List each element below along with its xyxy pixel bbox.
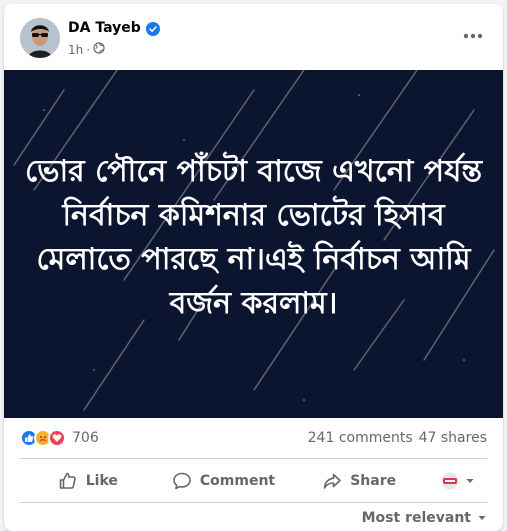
engagement-counts: 241 comments 47 shares xyxy=(308,430,487,446)
chevron-down-icon xyxy=(466,479,474,483)
share-button[interactable]: Share xyxy=(291,464,427,498)
post-actions: Like Comment Share xyxy=(20,464,487,498)
post-header: DA Tayeb 1h · xyxy=(4,4,503,70)
react-as-selector[interactable] xyxy=(427,472,487,490)
like-button[interactable]: Like xyxy=(20,464,156,498)
post-stats: 706 241 comments 47 shares xyxy=(20,424,487,452)
more-dots-icon xyxy=(463,33,483,39)
more-options-button[interactable] xyxy=(457,24,489,48)
share-label: Share xyxy=(350,473,397,489)
reactions-summary[interactable]: 706 xyxy=(20,429,99,447)
like-icon xyxy=(59,472,76,489)
chevron-down-icon xyxy=(478,516,486,520)
comments-sort-selector[interactable]: Most relevant xyxy=(362,510,487,526)
comment-button[interactable]: Comment xyxy=(156,464,292,498)
verified-badge-icon xyxy=(145,21,160,36)
post-image[interactable]: ভোর পৌনে পাঁচটা বাজে এখনো পর্যন্ত নির্বা… xyxy=(4,70,503,418)
author-name[interactable]: DA Tayeb xyxy=(68,20,141,36)
post-card: DA Tayeb 1h · ভোর পৌনে পাঁচটা বাজে এখনো … xyxy=(4,4,503,531)
reaction-count[interactable]: 706 xyxy=(72,430,99,446)
comment-icon xyxy=(173,472,191,490)
comments-sort-label: Most relevant xyxy=(361,510,471,526)
shares-count-link[interactable]: 47 shares xyxy=(419,430,487,446)
author-avatar[interactable] xyxy=(20,18,60,58)
post-meta: 1h · xyxy=(68,42,105,57)
post-message-text: ভোর পৌনে পাঁচটা বাজে এখনো পর্যন্ত নির্বা… xyxy=(24,154,483,321)
page-avatar-icon xyxy=(441,472,459,490)
share-icon xyxy=(323,473,342,489)
actions-divider xyxy=(20,502,487,503)
like-label: Like xyxy=(85,473,118,489)
comment-label: Comment xyxy=(199,473,276,489)
comments-count-link[interactable]: 241 comments xyxy=(308,430,413,446)
meta-separator: · xyxy=(86,42,91,57)
stats-divider xyxy=(20,458,487,459)
globe-icon[interactable] xyxy=(93,42,105,57)
post-time[interactable]: 1h xyxy=(68,43,83,57)
author-row: DA Tayeb xyxy=(68,20,160,36)
love-reaction-icon xyxy=(48,429,66,447)
